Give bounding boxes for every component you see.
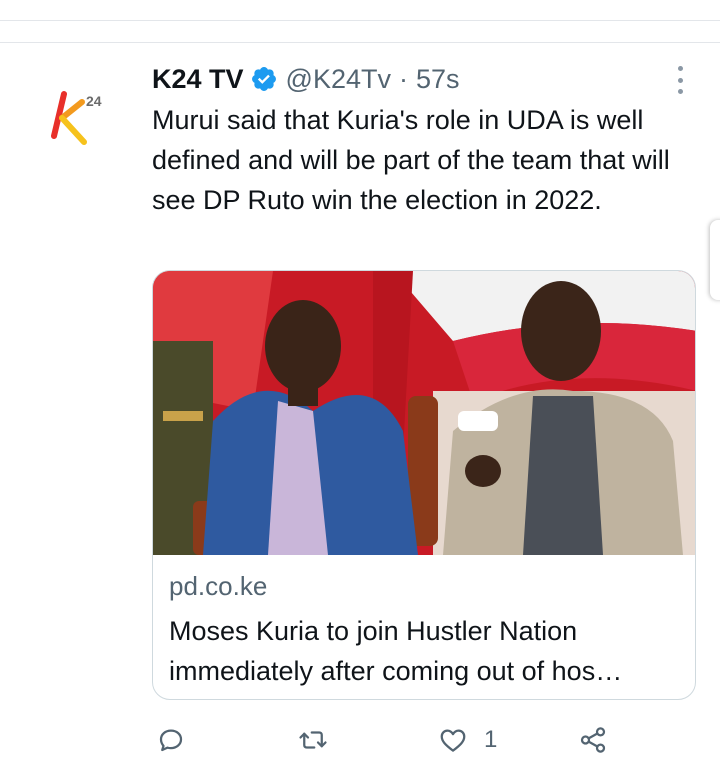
verified-badge-icon <box>250 65 278 93</box>
heart-icon <box>440 729 466 752</box>
more-dot-icon <box>677 89 683 94</box>
card-domain: pd.co.ke <box>169 571 268 601</box>
like-button[interactable]: 1 <box>438 720 497 760</box>
card-title: Moses Kuria to join Hustler Nation immed… <box>169 616 623 686</box>
timestamp[interactable]: 57s <box>416 64 460 95</box>
card-image <box>153 271 695 555</box>
reply-icon <box>159 729 183 752</box>
handle[interactable]: @K24Tv <box>286 64 391 95</box>
link-card[interactable]: pd.co.ke Moses Kuria to join Hustler Nat… <box>152 270 696 700</box>
more-dot-icon <box>677 66 683 71</box>
tweet-divider <box>0 42 720 43</box>
tweet-header: K24 TV @K24Tv · 57s <box>152 60 460 98</box>
separator-dot: · <box>399 63 408 94</box>
reply-button[interactable] <box>156 720 186 760</box>
avatar[interactable]: 24 <box>44 84 116 156</box>
tweet-text: Murui said that Kuria's role in UDA is w… <box>152 105 670 215</box>
like-count: 1 <box>484 726 498 753</box>
action-bar: 1 <box>152 720 632 760</box>
k24-logo-icon: 24 <box>51 91 102 145</box>
share-button[interactable] <box>578 720 608 760</box>
retweet-icon <box>299 731 327 749</box>
more-options-button[interactable] <box>670 66 690 94</box>
scroll-edge <box>710 220 720 300</box>
display-name[interactable]: K24 TV <box>152 64 244 95</box>
share-icon <box>580 727 606 753</box>
svg-text:24: 24 <box>86 93 102 109</box>
top-divider <box>0 20 720 21</box>
more-dot-icon <box>677 77 683 83</box>
retweet-button[interactable] <box>298 720 328 760</box>
